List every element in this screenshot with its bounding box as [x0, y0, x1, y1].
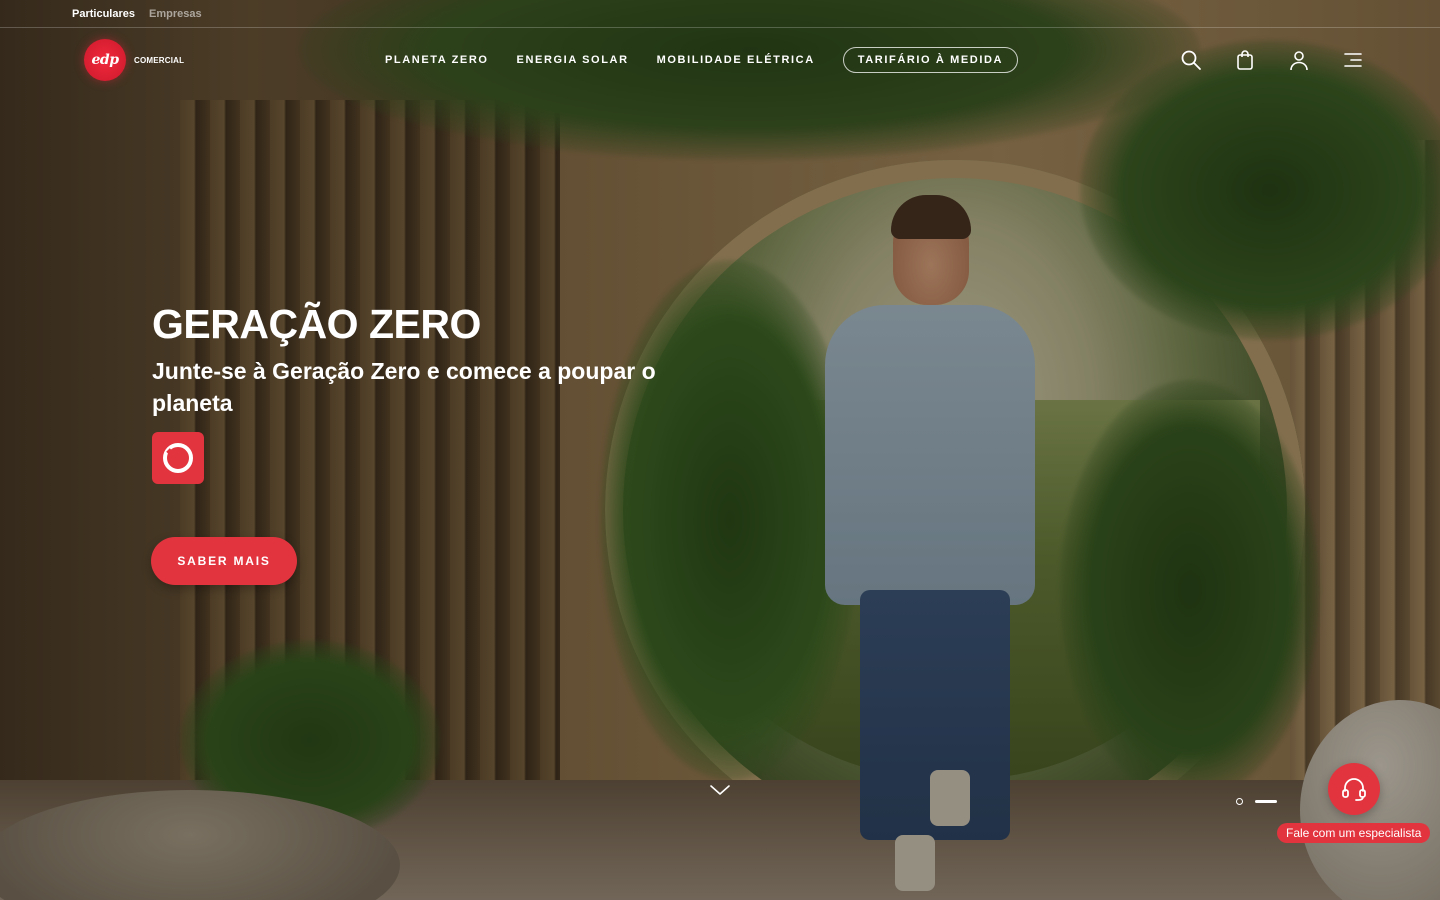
- hero-copy: GERAÇÃO ZERO Junte-se à Geração Zero e c…: [152, 301, 672, 419]
- nav-item-energia-solar[interactable]: ENERGIA SOLAR: [517, 54, 629, 66]
- edp-logo[interactable]: edp COMERCIAL: [84, 39, 184, 81]
- headset-icon: [1342, 778, 1366, 801]
- saber-mais-button[interactable]: SABER MAIS: [151, 537, 297, 585]
- carousel-dot-2-active[interactable]: [1255, 800, 1277, 803]
- hero-title: GERAÇÃO ZERO: [152, 301, 481, 347]
- segment-bar: Particulares Empresas: [0, 0, 1440, 28]
- search-icon[interactable]: [1180, 49, 1202, 71]
- carousel-dot-1[interactable]: [1236, 798, 1243, 805]
- shopping-bag-icon[interactable]: [1234, 49, 1256, 71]
- carousel-indicators: [1236, 798, 1277, 805]
- logo-mark-text: edp: [91, 52, 120, 68]
- segment-link-particulares[interactable]: Particulares: [72, 8, 135, 20]
- logo-subtitle: COMERCIAL: [134, 55, 185, 65]
- edp-logo-mark: edp: [84, 39, 126, 81]
- scroll-down-chevron-icon[interactable]: [709, 782, 731, 798]
- planeta-zero-badge-icon: [152, 432, 204, 484]
- nav-item-tarifario-a-medida[interactable]: TARIFÁRIO À MEDIDA: [842, 47, 1019, 73]
- nav-item-planeta-zero[interactable]: PLANETA ZERO: [385, 54, 489, 66]
- hero-background-image: [0, 0, 1440, 900]
- hero-subtitle: Junte-se à Geração Zero e comece a poupa…: [152, 358, 656, 417]
- expert-chat-button[interactable]: [1328, 763, 1380, 815]
- segment-link-empresas[interactable]: Empresas: [149, 8, 202, 20]
- user-icon[interactable]: [1288, 49, 1310, 71]
- menu-icon[interactable]: [1342, 49, 1364, 71]
- nav-item-mobilidade-eletrica[interactable]: MOBILIDADE ELÉTRICA: [657, 54, 815, 66]
- main-nav: PLANETA ZERO ENERGIA SOLAR MOBILIDADE EL…: [385, 47, 1019, 73]
- main-header: edp COMERCIAL PLANETA ZERO ENERGIA SOLAR…: [0, 29, 1440, 93]
- expert-chat-label[interactable]: Fale com um especialista: [1277, 823, 1431, 843]
- header-actions: [1180, 49, 1364, 71]
